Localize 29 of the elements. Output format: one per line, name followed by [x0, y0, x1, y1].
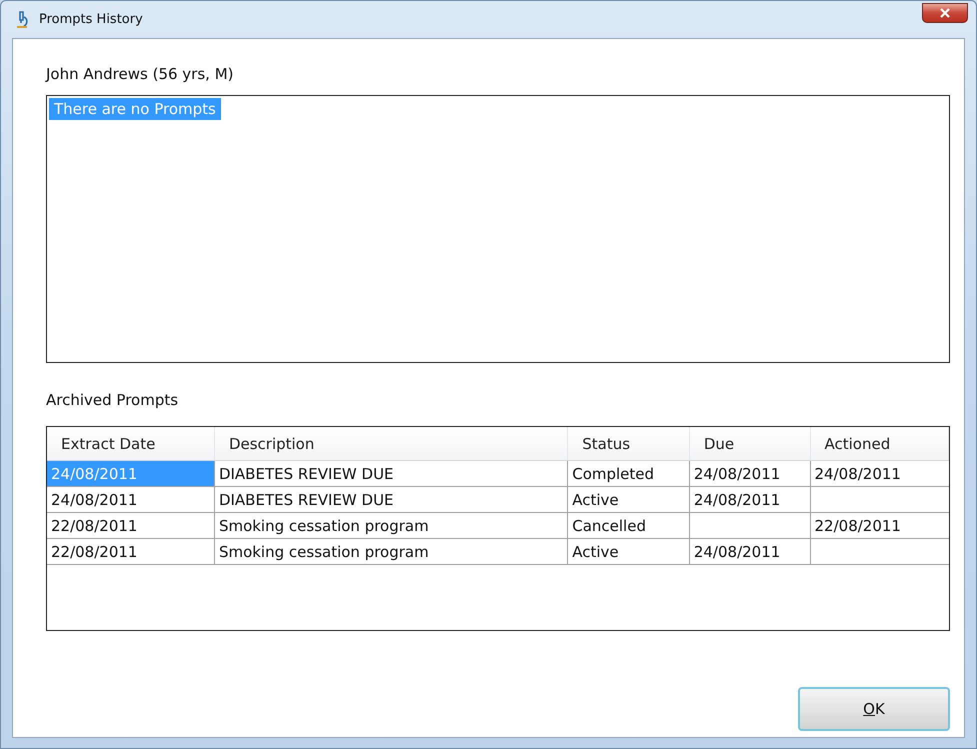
close-button[interactable]	[922, 2, 968, 22]
microscope-icon	[15, 10, 29, 28]
table-cell: 22/08/2011	[47, 512, 214, 538]
table-cell: 24/08/2011	[689, 486, 810, 512]
close-icon	[940, 8, 950, 18]
table-cell: DIABETES REVIEW DUE	[214, 486, 568, 512]
table-cell: DIABETES REVIEW DUE	[214, 460, 568, 486]
column-header[interactable]: Due	[689, 427, 810, 460]
table-cell: Active	[568, 486, 690, 512]
table-cell: 22/08/2011	[810, 512, 948, 538]
section-label: Archived Prompts	[46, 391, 178, 409]
table-cell: 24/08/2011	[689, 460, 810, 486]
column-header[interactable]: Description	[214, 427, 568, 460]
table-cell: 24/08/2011	[47, 486, 214, 512]
table-cell: Completed	[568, 460, 690, 486]
patient-label: John Andrews (56 yrs, M)	[46, 65, 234, 83]
table-cell: Cancelled	[568, 512, 690, 538]
column-header[interactable]: Extract Date	[47, 427, 214, 460]
column-header[interactable]: Actioned	[810, 427, 948, 460]
table-cell: Smoking cessation program	[214, 512, 568, 538]
table-cell: 24/08/2011	[689, 538, 810, 564]
table-cell: 24/08/2011	[810, 460, 948, 486]
table-cell: 24/08/2011	[47, 460, 214, 486]
column-header[interactable]: Status	[568, 427, 690, 460]
table-cell: Smoking cessation program	[214, 538, 568, 564]
table-cell: 22/08/2011	[47, 538, 214, 564]
table-cell: Active	[568, 538, 690, 564]
ok-button[interactable]: OK	[798, 687, 950, 731]
window-title: Prompts History	[39, 12, 144, 27]
